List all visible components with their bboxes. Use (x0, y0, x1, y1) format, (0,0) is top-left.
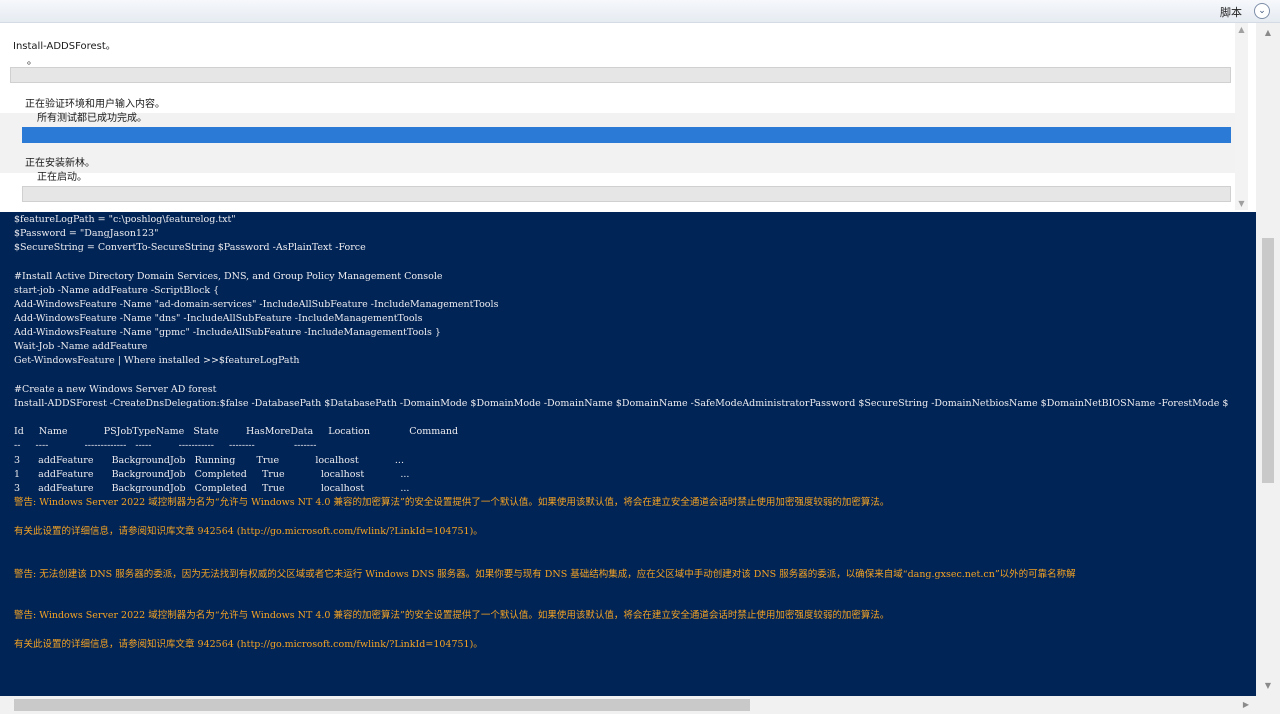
progress-item-title: Install-ADDSForest。 (13, 41, 116, 52)
console-line: #Create a new Windows Server AD forest (14, 384, 217, 395)
horizontal-scrollbar[interactable]: ▶ (0, 696, 1256, 714)
scroll-up-icon[interactable]: ▲ (1235, 23, 1248, 36)
scrollbar-thumb[interactable] (1262, 238, 1274, 483)
progress-pane-scrollbar[interactable]: ▲ ▼ (1235, 23, 1248, 210)
progress-bar (10, 67, 1231, 83)
scroll-up-icon[interactable]: ▲ (1262, 27, 1274, 39)
job-table-row: 3 addFeature BackgroundJob Completed Tru… (14, 483, 410, 494)
progress-item-status: 。 (27, 56, 37, 67)
console-line: $SecureString = ConvertTo-SecureString $… (14, 242, 366, 253)
progress-pane: Install-ADDSForest。 。 正在验证环境和用户输入内容。 所有测… (0, 23, 1248, 210)
scrollbar-thumb[interactable] (14, 699, 750, 711)
warning-line: 有关此设置的详细信息，请参阅知识库文章 942564 (http://go.mi… (14, 526, 483, 537)
vertical-scrollbar[interactable]: ▲ ▼ (1256, 23, 1280, 696)
progress-item-status: 所有测试都已成功完成。 (37, 113, 147, 124)
scroll-right-icon[interactable]: ▶ (1240, 699, 1252, 711)
warning-line: 警告: Windows Server 2022 域控制器为名为“允许与 Wind… (14, 610, 890, 621)
scroll-down-icon[interactable]: ▼ (1235, 197, 1248, 210)
console-line: Wait-Job -Name addFeature (14, 341, 148, 352)
progress-bar (22, 186, 1231, 202)
progress-item-status: 正在启动。 (37, 172, 87, 183)
collapse-chevron-icon[interactable]: ⌄ (1254, 3, 1270, 19)
console-line: Install-ADDSForest -CreateDnsDelegation:… (14, 398, 1229, 409)
job-table-divider: -- ---- ------------- ----- ----------- … (14, 440, 317, 451)
progress-group-background (0, 113, 1235, 173)
warning-line: 有关此设置的详细信息，请参阅知识库文章 942564 (http://go.mi… (14, 639, 483, 650)
console-line: $featureLogPath = "c:\poshlog\featurelog… (14, 214, 236, 225)
console-line: Get-WindowsFeature | Where installed >>$… (14, 355, 300, 366)
console-line: start-job -Name addFeature -ScriptBlock … (14, 285, 220, 296)
job-table-row: 1 addFeature BackgroundJob Completed Tru… (14, 469, 410, 480)
console-line: Add-WindowsFeature -Name "ad-domain-serv… (14, 299, 499, 310)
progress-item-title: 正在验证环境和用户输入内容。 (25, 99, 165, 110)
progress-item-title: 正在安装新林。 (25, 158, 95, 169)
script-label[interactable]: 脚本 (1220, 4, 1242, 20)
warning-line: 警告: Windows Server 2022 域控制器为名为“允许与 Wind… (14, 497, 890, 508)
scroll-down-icon[interactable]: ▼ (1262, 680, 1274, 692)
toolbar: 脚本 ⌄ (0, 0, 1280, 23)
console-line: Add-WindowsFeature -Name "gpmc" -Include… (14, 327, 441, 338)
scrollbar-corner (1256, 696, 1280, 714)
console-line: Add-WindowsFeature -Name "dns" -IncludeA… (14, 313, 423, 324)
console-line: $Password = "DangJason123" (14, 228, 159, 239)
progress-bar (22, 127, 1231, 143)
progress-bar-fill (23, 128, 1230, 142)
job-table-row: 3 addFeature BackgroundJob Running True … (14, 455, 404, 466)
warning-line: 警告: 无法创建该 DNS 服务器的委派，因为无法找到有权威的父区域或者它未运行… (14, 569, 1076, 580)
console-output[interactable]: $featureLogPath = "c:\poshlog\featurelog… (0, 212, 1256, 696)
job-table-header: Id Name PSJobTypeName State HasMoreData … (14, 426, 459, 437)
console-line: #Install Active Directory Domain Service… (14, 271, 443, 282)
